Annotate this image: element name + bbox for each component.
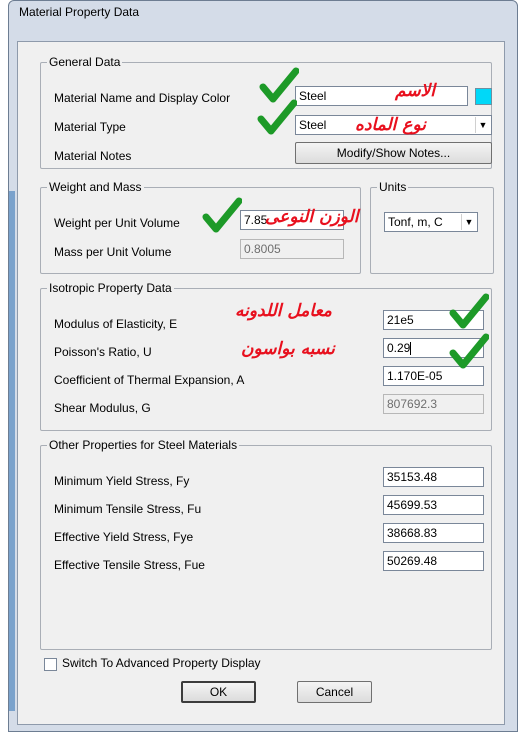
thermal-expansion-input[interactable]: 1.170E-05 [383,366,484,386]
chevron-down-icon[interactable]: ▼ [461,214,476,230]
annotation-weight: الوزن النوعى [265,207,359,227]
material-name-label: Material Name and Display Color [54,91,231,105]
material-name-input[interactable]: Steel [295,86,468,106]
annotation-checkmark-icon [449,333,489,369]
effective-tensile-stress-label: Effective Tensile Stress, Fue [54,558,205,572]
material-notes-label: Material Notes [54,149,132,163]
modulus-elasticity-label: Modulus of Elasticity, E [54,317,178,331]
chevron-down-icon[interactable]: ▼ [475,117,490,133]
cancel-button[interactable]: Cancel [297,681,372,703]
annotation-checkmark-icon [449,293,489,329]
window-edge-strip [9,191,15,711]
effective-yield-stress-input[interactable]: 38668.83 [383,523,484,543]
modify-show-notes-button[interactable]: Modify/Show Notes... [295,142,492,164]
effective-yield-stress-label: Effective Yield Stress, Fye [54,530,194,544]
mass-per-volume-label: Mass per Unit Volume [54,245,172,259]
text-caret [410,342,412,356]
annotation-type: نوع الماده [355,115,426,135]
annotation-checkmark-icon [257,99,297,135]
general-data-legend: General Data [49,55,121,69]
annotation-checkmark-icon [259,67,299,103]
advanced-display-checkbox[interactable] [44,658,57,671]
poisson-ratio-value: 0.29 [387,341,411,355]
title-bar[interactable]: Material Property Data [9,1,517,23]
material-type-value: Steel [299,118,327,132]
window-title: Material Property Data [19,5,140,19]
min-tensile-stress-label: Minimum Tensile Stress, Fu [54,502,202,516]
material-type-label: Material Type [54,120,126,134]
advanced-display-label[interactable]: Switch To Advanced Property Display [62,656,261,670]
annotation-poisson: نسبه بواسون [241,339,335,359]
ok-button[interactable]: OK [181,681,256,703]
dialog-client-area: General Data Material Name and Display C… [17,41,505,725]
weight-mass-legend: Weight and Mass [49,180,142,194]
annotation-name: الاسم [395,81,435,101]
steel-properties-legend: Other Properties for Steel Materials [49,438,238,452]
weight-per-volume-label: Weight per Unit Volume [54,216,180,230]
shear-modulus-label: Shear Modulus, G [54,401,151,415]
poisson-ratio-label: Poisson's Ratio, U [54,345,152,359]
effective-tensile-stress-input[interactable]: 50269.48 [383,551,484,571]
thermal-expansion-label: Coefficient of Thermal Expansion, A [54,373,245,387]
dialog-window: Material Property Data General Data Mate… [8,0,518,732]
min-yield-stress-input[interactable]: 35153.48 [383,467,484,487]
units-select[interactable]: Tonf, m, C ▼ [384,212,478,232]
min-tensile-stress-input[interactable]: 45699.53 [383,495,484,515]
annotation-checkmark-icon [202,197,242,233]
isotropic-property-legend: Isotropic Property Data [49,281,172,295]
units-value: Tonf, m, C [388,215,443,229]
min-yield-stress-label: Minimum Yield Stress, Fy [54,474,190,488]
mass-per-volume-field: 0.8005 [240,239,344,259]
annotation-elasticity: معامل اللدونه [235,301,332,321]
shear-modulus-field: 807692.3 [383,394,484,414]
display-color-swatch[interactable] [475,88,492,105]
units-legend: Units [379,180,407,194]
